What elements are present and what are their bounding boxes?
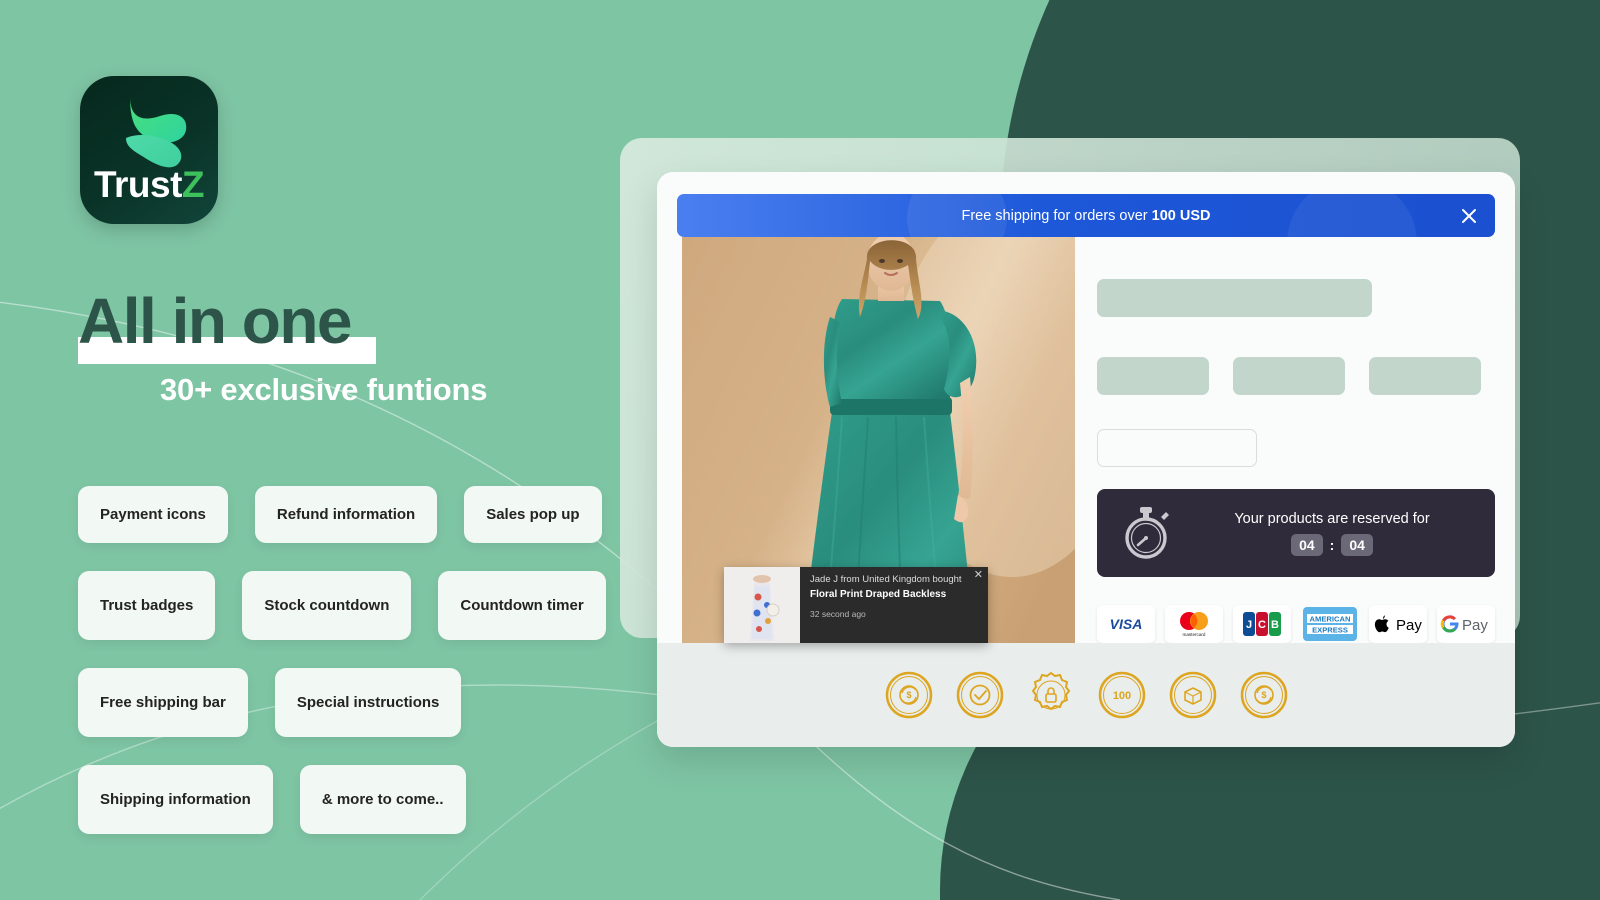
feature-pill-row: Trust badges Stock countdown Countdown t…: [78, 571, 606, 640]
hero-heading-group: All in one: [78, 285, 376, 364]
page-title: All in one: [78, 285, 353, 357]
trustz-swirl-icon: [126, 96, 187, 168]
skeleton-variant-block: [1369, 357, 1481, 395]
sales-popup-product-image: [724, 567, 800, 643]
logo-word-prefix: Trust: [93, 164, 182, 205]
svg-text:AMERICAN: AMERICAN: [1310, 615, 1351, 624]
page-subtitle: 30+ exclusive funtions: [160, 372, 488, 407]
reservation-timer-digits: 04 : 04: [1189, 533, 1475, 556]
google-pay-icon: Pay: [1437, 605, 1495, 643]
payment-icon-row: VISA mastercard J C B AMERICAN EXPRESS P…: [1097, 605, 1495, 643]
secure-checkout-badge: [1031, 671, 1070, 711]
feature-pill-stock-countdown[interactable]: Stock countdown: [242, 571, 412, 640]
close-x-icon[interactable]: [1459, 206, 1479, 226]
mastercard-icon: mastercard: [1165, 605, 1223, 643]
sales-popup-text: Jade J from United Kingdom bought Floral…: [800, 567, 988, 643]
skeleton-quantity-block: [1097, 429, 1257, 467]
feature-pill-shipping-information[interactable]: Shipping information: [78, 765, 273, 834]
sales-popup-buyer: Jade J from United Kingdom bought: [810, 574, 962, 585]
free-shipping-bar[interactable]: Free shipping for orders over 100 USD: [677, 194, 1495, 237]
svg-text:$: $: [1261, 690, 1266, 700]
feature-pill-trust-badges[interactable]: Trust badges: [78, 571, 216, 640]
svg-text:mastercard: mastercard: [1183, 632, 1206, 637]
feature-pill-row: Free shipping bar Special instructions: [78, 668, 598, 737]
free-shipping-prefix: Free shipping for orders over: [961, 207, 1152, 224]
svg-text:Pay: Pay: [1396, 617, 1422, 634]
svg-text:VISA: VISA: [1110, 616, 1143, 632]
feature-pill-row: Payment icons Refund information Sales p…: [78, 486, 602, 543]
feature-pill-row: Shipping information & more to come..: [78, 765, 598, 834]
skeleton-variant-block: [1233, 357, 1345, 395]
stopwatch-icon: [1125, 507, 1169, 559]
sales-popup-time: 32 second ago: [810, 608, 866, 619]
feature-pill-sales-pop-up[interactable]: Sales pop up: [464, 486, 602, 543]
free-shipping-text: Free shipping for orders over 100 USD: [961, 208, 1210, 224]
svg-text:B: B: [1271, 619, 1279, 631]
premium-quality-badge: 100: [1098, 671, 1145, 719]
shipping-bar-blob: [1287, 194, 1417, 237]
skeleton-variant-row: [1097, 357, 1481, 395]
logo-wordmark: TrustZ: [80, 164, 218, 206]
reservation-timer-panel: Your products are reserved for 04 : 04: [1097, 489, 1495, 577]
timer-minutes: 04: [1291, 533, 1323, 556]
reservation-timer-content: Your products are reserved for 04 : 04: [1189, 511, 1475, 556]
app-logo: TrustZ: [80, 76, 218, 224]
mockup-body: Jade J from United Kingdom bought Floral…: [657, 237, 1515, 747]
storefront-mockup-card: Free shipping for orders over 100 USD Ja…: [657, 172, 1515, 747]
sales-popup-thumbnail: [724, 567, 800, 643]
money-back-guarantee-badge: $: [885, 671, 932, 719]
hero-panel: TrustZ All in one 30+ exclusive funtions…: [0, 0, 620, 900]
trust-badge-band: $ 100 $: [657, 643, 1515, 747]
svg-text:EXPRESS: EXPRESS: [1312, 626, 1348, 635]
svg-text:J: J: [1246, 619, 1252, 631]
svg-text:C: C: [1258, 619, 1266, 631]
feature-pill-refund-information[interactable]: Refund information: [254, 486, 438, 543]
feature-pill-payment-icons[interactable]: Payment icons: [78, 486, 228, 543]
apple-pay-icon: Pay: [1369, 605, 1427, 643]
feature-pill-list: Payment icons Refund information Sales p…: [78, 486, 606, 862]
svg-text:100: 100: [1112, 690, 1130, 702]
timer-seconds: 04: [1341, 533, 1373, 556]
logo-word-accent: Z: [181, 164, 205, 205]
sales-popup-product-name: Floral Print Draped Backless: [810, 588, 947, 600]
amex-icon: AMERICAN EXPRESS: [1301, 605, 1359, 643]
feature-pill-free-shipping-bar[interactable]: Free shipping bar: [78, 668, 248, 737]
svg-text:Pay: Pay: [1462, 617, 1488, 634]
reservation-timer-label: Your products are reserved for: [1234, 510, 1430, 527]
free-shipping-amount: 100 USD: [1151, 207, 1211, 224]
sales-popup[interactable]: Jade J from United Kingdom bought Floral…: [724, 567, 988, 643]
free-returns-badge: [1169, 671, 1216, 719]
feature-pill-special-instructions[interactable]: Special instructions: [274, 668, 462, 737]
close-x-icon[interactable]: ✕: [974, 570, 983, 581]
svg-text:$: $: [906, 690, 911, 700]
feature-pill-more-to-come[interactable]: & more to come..: [299, 765, 466, 834]
visa-icon: VISA: [1097, 605, 1155, 643]
satisfaction-guarantee-badge: [956, 671, 1003, 719]
money-back-guarantee-badge-2: $: [1240, 671, 1287, 719]
jcb-icon: J C B: [1233, 605, 1291, 643]
feature-pill-countdown-timer[interactable]: Countdown timer: [438, 571, 606, 640]
timer-separator: :: [1329, 536, 1335, 553]
skeleton-variant-block: [1097, 357, 1209, 395]
skeleton-title-block: [1097, 279, 1372, 317]
